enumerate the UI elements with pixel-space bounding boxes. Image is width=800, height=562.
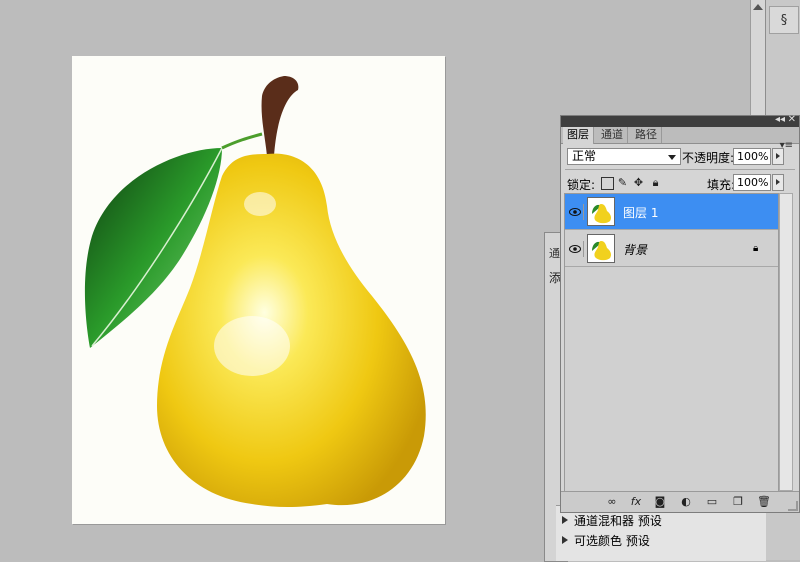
layer-name[interactable]: 背景 (623, 241, 647, 258)
brush-icon[interactable]: ✎ (617, 177, 628, 188)
adjustment-icon[interactable]: ◐ (679, 495, 693, 509)
canvas-vertical-scrollbar[interactable] (750, 0, 765, 118)
lock-icon: 🔒︎ (753, 243, 759, 254)
history-icon[interactable]: § (769, 6, 799, 34)
new-layer-icon[interactable]: ❐ (731, 495, 745, 509)
panel-titlebar[interactable]: ◂◂ ✕ (561, 114, 799, 127)
fill-slider-arrow[interactable] (772, 174, 784, 191)
layers-scrollbar[interactable] (779, 193, 793, 491)
resize-grip[interactable] (788, 501, 798, 511)
divider (565, 169, 795, 170)
fill-label: 填充: (707, 178, 736, 192)
lock-icon[interactable]: 🔒︎ (650, 177, 661, 188)
layer-row[interactable]: 背景 🔒︎ (565, 231, 778, 267)
link-icon[interactable]: ∞ (605, 495, 619, 509)
layers-panel: ◂◂ ✕ 图层 通道 路径 ▾≡ 正常 不透明度: 100% 锁定: ✎ ✥ 🔒… (560, 114, 800, 513)
document-canvas[interactable] (72, 56, 445, 524)
preset-row-channel-mixer[interactable]: 通道混和器 预设 (556, 510, 766, 530)
lock-transparency-icon[interactable] (601, 177, 614, 190)
layer-thumbnail (587, 197, 615, 226)
collapse-icon[interactable]: ◂◂ (775, 114, 785, 125)
mask-icon[interactable]: ◙ (653, 495, 667, 509)
move-icon[interactable]: ✥ (633, 177, 644, 188)
fx-icon[interactable]: fx (629, 495, 643, 509)
back-panel-tab[interactable]: 通 (549, 245, 560, 261)
expand-triangle-icon[interactable] (562, 536, 568, 544)
layer-row[interactable]: 图层 1 (565, 194, 778, 230)
preset-label: 可选颜色 预设 (574, 533, 650, 548)
layers-bottom-toolbar: ∞ fx ◙ ◐ ▭ ❐ 🗑︎ (561, 491, 799, 512)
lock-label: 锁定: (567, 178, 596, 192)
tab-paths[interactable]: 路径 (631, 127, 662, 143)
layer-name[interactable]: 图层 1 (623, 204, 658, 221)
eye-icon[interactable] (567, 204, 584, 220)
blend-mode-select[interactable]: 正常 (567, 148, 681, 165)
chevron-down-icon (668, 155, 676, 160)
preset-label: 通道混和器 预设 (574, 513, 662, 528)
opacity-slider-arrow[interactable] (772, 148, 784, 165)
layer-thumbnail (587, 234, 615, 263)
blend-mode-value: 正常 (572, 149, 597, 163)
close-icon[interactable]: ✕ (788, 114, 796, 125)
opacity-label: 不透明度: (682, 151, 735, 165)
opacity-field[interactable]: 100% (733, 148, 771, 165)
expand-triangle-icon[interactable] (562, 516, 568, 524)
folder-icon[interactable]: ▭ (705, 495, 719, 509)
tab-channels[interactable]: 通道 (597, 127, 628, 143)
scroll-up-icon[interactable] (753, 4, 763, 10)
tab-layers[interactable]: 图层 (563, 127, 594, 144)
trash-icon[interactable]: 🗑︎ (757, 495, 771, 509)
pear-image (84, 76, 426, 507)
panel-tabs: 图层 通道 路径 ▾≡ (561, 127, 799, 151)
eye-icon[interactable] (567, 241, 584, 257)
fill-field[interactable]: 100% (733, 174, 771, 191)
layers-list: 图层 1 背景 🔒︎ (564, 193, 779, 493)
preset-row-selective-color[interactable]: 可选颜色 预设 (556, 530, 766, 550)
